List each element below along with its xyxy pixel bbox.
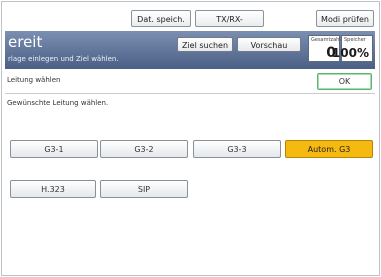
check-modes-button[interactable]: Modi prüfen [316,10,374,27]
line-sip-button[interactable]: SIP [100,180,188,198]
store-data-button[interactable]: Dat. speich. [131,10,191,27]
line-auto-g3-button[interactable]: Autom. G3 [285,140,373,158]
originals-counter-label: Gesamtzahl [311,37,341,43]
panel-hint: Gewünschte Leitung wählen. [7,99,109,107]
memory-counter-label: Speicher [344,37,366,43]
memory-counter-value: 100% [331,46,369,60]
preview-button[interactable]: Vorschau [237,37,301,52]
search-destination-button[interactable]: Ziel suchen [177,37,233,52]
line-g3-3-button[interactable]: G3-3 [193,140,281,158]
memory-counter: Speicher 100% [332,35,373,62]
line-g3-2-button[interactable]: G3-2 [100,140,188,158]
status-title: ereit [8,33,43,51]
line-h323-button[interactable]: H.323 [10,180,96,198]
status-subtitle: rlage einlegen und Ziel wählen. [8,55,119,63]
line-g3-1-button[interactable]: G3-1 [10,140,98,158]
panel-title: Leitung wählen [7,76,61,84]
ok-button[interactable]: OK [317,73,372,90]
tx-rx-status-button[interactable]: TX/RX-Status/Druck [195,10,264,41]
status-band: ereit rlage einlegen und Ziel wählen. Zi… [5,31,375,69]
